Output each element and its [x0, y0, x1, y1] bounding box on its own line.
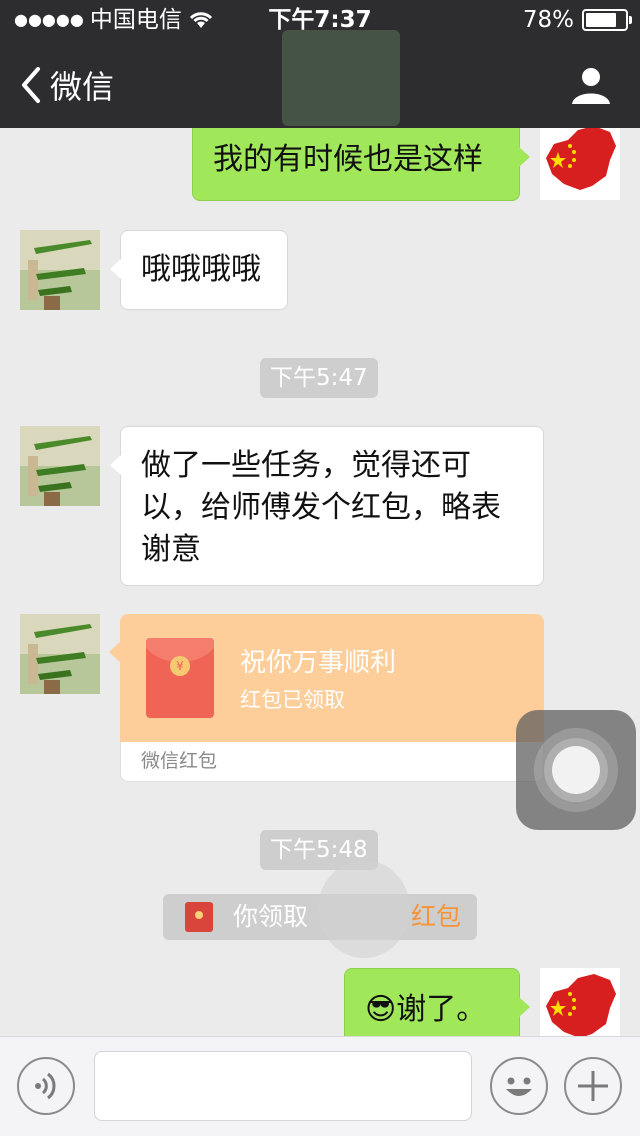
user-icon[interactable]	[570, 64, 612, 106]
message-input[interactable]	[94, 1051, 472, 1121]
back-label: 微信	[50, 68, 115, 106]
avatar-self[interactable]	[540, 968, 620, 1036]
red-packet-status: 红包已领取	[240, 688, 345, 712]
smiley-icon	[506, 1077, 532, 1096]
emoji-button[interactable]	[490, 1057, 548, 1115]
assistive-touch-button[interactable]	[516, 710, 636, 830]
more-button[interactable]	[564, 1057, 622, 1115]
blurred-chat-title	[282, 30, 400, 126]
red-envelope-icon: ¥	[146, 638, 214, 718]
nav-bar: 微信	[0, 30, 640, 128]
china-map-avatar-icon	[540, 128, 620, 200]
voice-button[interactable]	[17, 1057, 75, 1115]
battery-icon	[582, 9, 632, 31]
top-bar: ●●●●● 中国电信 下午7:37 78% 微信	[0, 0, 640, 128]
message-line: 做了一些任务，觉得还可	[141, 448, 471, 483]
battery-percent: 78%	[522, 7, 574, 33]
red-envelope-small-icon	[185, 902, 213, 932]
notice-link[interactable]: 红包	[411, 894, 461, 940]
voice-icon	[35, 1072, 56, 1100]
cactus-avatar-icon	[20, 426, 100, 506]
cactus-avatar-icon	[20, 230, 100, 310]
timestamp: 下午5:47	[260, 358, 378, 398]
avatar-contact[interactable]	[20, 426, 100, 506]
red-packet-title: 祝你万事顺利	[240, 648, 397, 678]
red-packet-footer: 微信红包	[120, 742, 544, 782]
cactus-avatar-icon	[20, 614, 100, 694]
message-text: 谢了。	[396, 992, 487, 1027]
back-button[interactable]: 微信	[18, 62, 114, 108]
red-packet-body: ¥ 祝你万事顺利 红包已领取	[120, 614, 544, 742]
avatar-contact[interactable]	[20, 230, 100, 310]
message-bubble-incoming[interactable]: 哦哦哦哦	[110, 230, 288, 310]
message-line: 以，给师傅发个红包，略表	[141, 490, 501, 525]
avatar-self[interactable]	[540, 128, 620, 200]
input-bar	[0, 1036, 640, 1136]
touch-indicator	[318, 860, 410, 958]
notice-text: 你领取	[233, 902, 309, 931]
red-packet-message[interactable]: ¥ 祝你万事顺利 红包已领取 微信红包	[109, 614, 544, 782]
avatar-contact[interactable]	[20, 614, 100, 694]
plus-icon	[578, 1071, 608, 1101]
message-line: 谢意	[141, 532, 201, 567]
message-bubble-outgoing[interactable]: 😎谢了。	[344, 968, 530, 1036]
chevron-left-icon	[22, 67, 40, 103]
sunglasses-emoji-icon: 😎	[365, 992, 397, 1027]
message-bubble-incoming[interactable]: 做了一些任务，觉得还可 以，给师傅发个红包，略表 谢意	[110, 426, 544, 586]
china-map-avatar-icon	[540, 968, 620, 1036]
message-bubble-outgoing[interactable]: 我的有时候也是这样	[192, 128, 530, 201]
message-text: 我的有时候也是这样	[213, 142, 483, 177]
message-text: 哦哦哦哦	[141, 252, 261, 287]
status-right: 78%	[522, 0, 632, 40]
